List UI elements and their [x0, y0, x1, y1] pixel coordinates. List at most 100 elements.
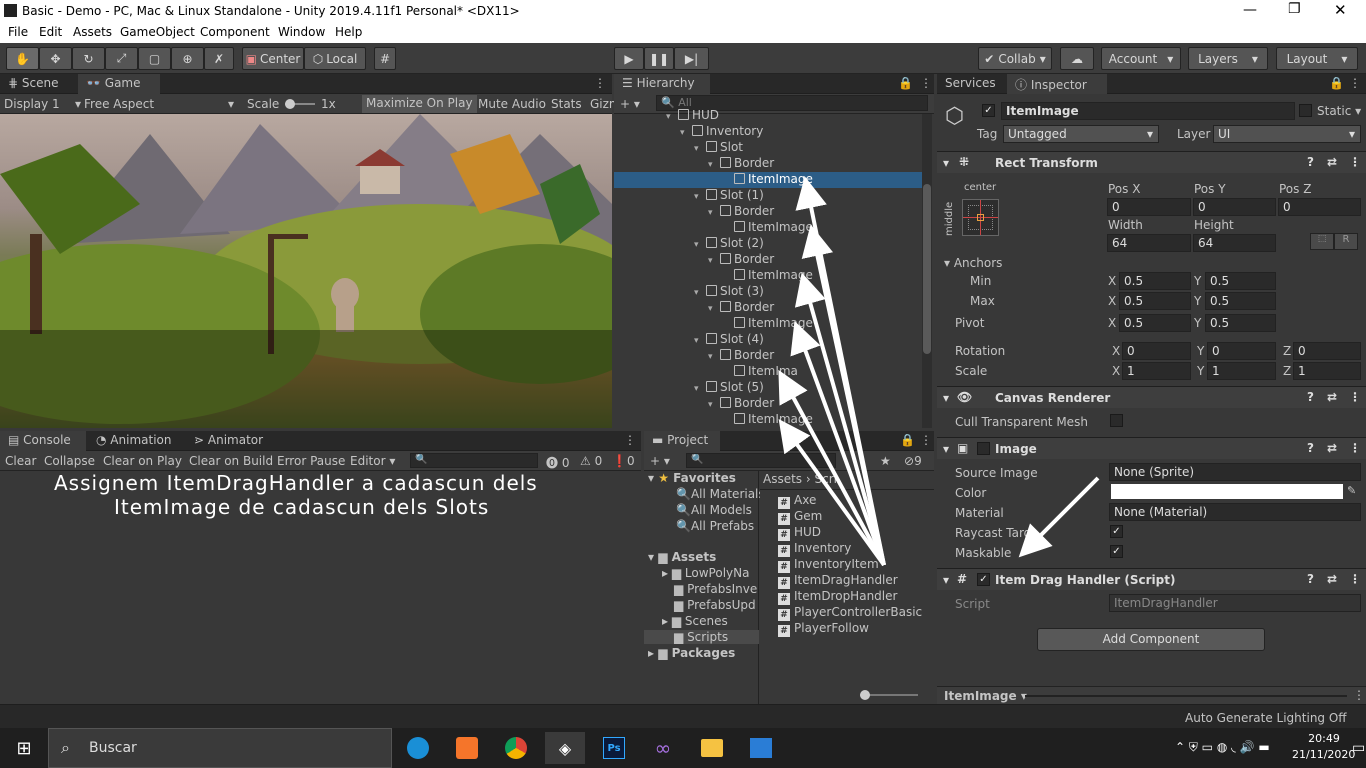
- close-icon[interactable]: ✕: [1334, 1, 1347, 19]
- material-field[interactable]: None (Material): [1109, 503, 1361, 521]
- hierarchy-scrollbar[interactable]: [922, 114, 932, 428]
- blueprint-mode-button[interactable]: ⬚: [1310, 233, 1334, 250]
- menu-window[interactable]: Window: [278, 25, 325, 39]
- anchors-foldout[interactable]: ▾ Anchors: [944, 256, 1002, 270]
- minimize-icon[interactable]: —: [1243, 2, 1257, 18]
- project-search-input[interactable]: 🔍: [686, 453, 836, 468]
- help-icon[interactable]: ?: [1307, 155, 1314, 169]
- foldout-arrow-icon[interactable]: ▾: [708, 208, 720, 218]
- foldout-arrow-icon[interactable]: ▾: [708, 304, 720, 314]
- anchor-max-y-field[interactable]: 0.5: [1205, 292, 1276, 310]
- cull-checkbox[interactable]: [1110, 414, 1123, 427]
- foldout-arrow-icon[interactable]: ▾: [708, 160, 720, 170]
- image-enabled-checkbox[interactable]: [977, 442, 990, 455]
- foldout-arrow-icon[interactable]: ▾: [680, 128, 692, 138]
- anchor-preset-button[interactable]: [962, 199, 999, 236]
- hierarchy-item[interactable]: ▾ Slot: [614, 140, 922, 156]
- hierarchy-item[interactable]: ItemImage: [614, 316, 922, 332]
- foldout-arrow-icon[interactable]: ▾: [666, 112, 678, 122]
- pivot-local-button[interactable]: ⬡ Local: [304, 47, 366, 70]
- help-icon[interactable]: ?: [1307, 441, 1314, 455]
- clear-on-build-toggle[interactable]: Clear on Build: [189, 454, 273, 468]
- xampp-icon[interactable]: [447, 732, 487, 764]
- foldout-arrow-icon[interactable]: ▾: [708, 400, 720, 410]
- pivot-center-button[interactable]: ▣ Center: [242, 47, 304, 70]
- error-pause-toggle[interactable]: Error Pause: [277, 454, 345, 468]
- tab-game[interactable]: 👓 Game: [78, 74, 160, 94]
- panel-menu-icon[interactable]: ⋮: [920, 433, 932, 447]
- foldout-arrow-icon[interactable]: ▾: [694, 384, 706, 394]
- folder-scenes[interactable]: ▸ ▆ Scenes: [662, 614, 728, 628]
- hierarchy-item[interactable]: ▾ Border: [614, 348, 922, 364]
- script-file[interactable]: # HUD: [778, 525, 821, 541]
- tab-animator[interactable]: ⋗ Animator: [186, 431, 276, 451]
- menu-assets[interactable]: Assets: [73, 25, 112, 39]
- foldout-arrow-icon[interactable]: ▾: [708, 352, 720, 362]
- photoshop-icon[interactable]: Ps: [594, 732, 634, 764]
- hierarchy-item[interactable]: ItemImage: [614, 172, 922, 188]
- hierarchy-item[interactable]: ItemIma: [614, 364, 922, 380]
- taskbar-date[interactable]: 21/11/2020: [1292, 748, 1355, 761]
- log-count[interactable]: ⓿ 0: [546, 454, 569, 471]
- collab-button[interactable]: ✔ Collab ▾: [978, 47, 1052, 70]
- grid-snap-icon[interactable]: #: [374, 47, 396, 70]
- hierarchy-item[interactable]: ▾ Slot (3): [614, 284, 922, 300]
- hierarchy-item[interactable]: ▾ Slot (1): [614, 188, 922, 204]
- layers-dropdown[interactable]: Layers ▾: [1188, 47, 1268, 70]
- hidden-count[interactable]: ⊘9: [904, 454, 922, 468]
- hierarchy-item[interactable]: ▾ HUD: [614, 108, 922, 124]
- static-label[interactable]: Static ▾: [1317, 104, 1361, 118]
- anchor-min-x-field[interactable]: 0.5: [1119, 272, 1191, 290]
- eyedropper-icon[interactable]: ✎: [1347, 484, 1356, 497]
- foldout-arrow-icon[interactable]: ▾: [694, 288, 706, 298]
- scale-x-field[interactable]: 1: [1122, 362, 1191, 380]
- lock-icon[interactable]: 🔒: [900, 433, 915, 447]
- account-dropdown[interactable]: Account ▾: [1101, 47, 1181, 70]
- component-menu-icon[interactable]: ⋮: [1353, 688, 1365, 702]
- item-drag-handler-header[interactable]: ▾ # ✓ Item Drag Handler (Script) ? ⇄ ⋮: [937, 568, 1366, 590]
- assets-folder[interactable]: ▾ ▆ Assets: [648, 550, 716, 564]
- presets-icon[interactable]: ⇄: [1327, 390, 1337, 404]
- hierarchy-item[interactable]: ▾ Slot (4): [614, 332, 922, 348]
- fav-all-materials[interactable]: 🔍All Materials: [676, 487, 765, 501]
- script-file[interactable]: # Axe: [778, 493, 816, 509]
- component-menu-icon[interactable]: ⋮: [1349, 441, 1361, 455]
- component-menu-icon[interactable]: ⋮: [1349, 390, 1361, 404]
- rotation-z-field[interactable]: 0: [1293, 342, 1361, 360]
- hierarchy-item[interactable]: ▾ Border: [614, 300, 922, 316]
- file-explorer-icon[interactable]: [692, 732, 732, 764]
- script-file[interactable]: # Inventory: [778, 541, 851, 557]
- pos-z-field[interactable]: 0: [1278, 198, 1361, 216]
- custom-tool-icon[interactable]: ✗: [204, 47, 234, 70]
- script-file[interactable]: # PlayerFollow: [778, 621, 869, 637]
- step-button[interactable]: ▶|: [674, 47, 709, 70]
- favorite-icon[interactable]: ★: [880, 454, 891, 468]
- script-file[interactable]: # ItemDragHandler: [778, 573, 898, 589]
- hierarchy-item[interactable]: ▾ Border: [614, 204, 922, 220]
- menu-edit[interactable]: Edit: [39, 25, 62, 39]
- warning-count[interactable]: ⚠ 0: [580, 454, 602, 468]
- hierarchy-item[interactable]: ItemImage: [614, 412, 922, 428]
- maximize-on-play-toggle[interactable]: Maximize On Play: [362, 95, 477, 113]
- scale-y-field[interactable]: 1: [1207, 362, 1276, 380]
- scale-slider[interactable]: [285, 99, 315, 109]
- hierarchy-item[interactable]: ▾ Slot (2): [614, 236, 922, 252]
- layer-dropdown[interactable]: UI ▾: [1213, 125, 1361, 143]
- raycast-checkbox[interactable]: ✓: [1110, 525, 1123, 538]
- tab-services[interactable]: Services: [937, 74, 1005, 94]
- packages-folder[interactable]: ▸ ▆ Packages: [648, 646, 735, 660]
- rotation-y-field[interactable]: 0: [1207, 342, 1276, 360]
- hierarchy-item[interactable]: ▾ Inventory: [614, 124, 922, 140]
- fav-all-models[interactable]: 🔍All Models: [676, 503, 752, 517]
- chrome-icon[interactable]: [496, 732, 536, 764]
- object-name-field[interactable]: ItemImage: [1001, 102, 1295, 120]
- preview-dropdown[interactable]: ItemImage ▾: [944, 689, 1027, 703]
- play-button[interactable]: ▶: [614, 47, 644, 70]
- folder-lowpoly[interactable]: ▸ ▆ LowPolyNa: [662, 566, 749, 580]
- panel-menu-icon[interactable]: ⋮: [594, 76, 606, 90]
- windows-start-icon[interactable]: ⊞: [4, 732, 44, 764]
- visual-studio-icon[interactable]: ∞: [643, 732, 683, 764]
- lock-icon[interactable]: 🔒: [1329, 76, 1344, 90]
- collapse-toggle[interactable]: Collapse: [44, 454, 95, 468]
- rect-transform-header[interactable]: ▾ ⁜ Rect Transform ? ⇄ ⋮: [937, 151, 1366, 173]
